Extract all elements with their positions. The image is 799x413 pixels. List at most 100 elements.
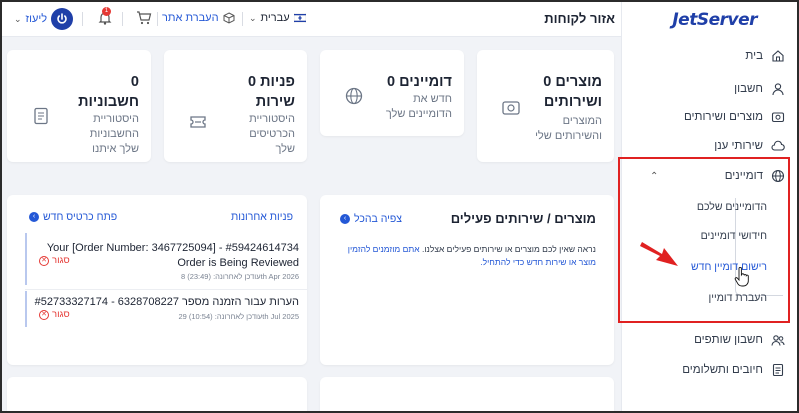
globe-icon [771, 169, 785, 183]
recent-tickets-panel: פניות אחרונות ‹ פתח כרטיס חדש Your [Orde… [7, 195, 307, 365]
stat-title: 0 חשבוניות [78, 72, 139, 112]
sidebar-item-label: חיובים ותשלומים [682, 364, 763, 376]
ticket-date: עודכן לאחרונה: (23:49) 8th Apr 2026 [180, 272, 299, 281]
sidebar-item-home[interactable]: בית [745, 44, 785, 68]
chevron-up-icon[interactable]: ⌃ [650, 171, 658, 182]
sidebar-item-domains[interactable]: דומיינים [725, 164, 785, 188]
open-ticket-label: פתח כרטיס חדש [43, 211, 118, 223]
stat-title: 0 דומיינים [387, 72, 452, 92]
globe-icon [345, 87, 363, 105]
red-arrow-annotation [640, 242, 678, 266]
stat-desc-line: היסטוריית [249, 113, 295, 125]
partners-icon [771, 333, 785, 347]
sidebar-item-partners[interactable]: חשבון שותפים [694, 328, 785, 352]
notification-badge: 1 [102, 7, 111, 16]
transfer-site-button[interactable]: העברת אתר [162, 12, 235, 24]
stat-title-line: 0 פניות [248, 74, 295, 90]
recent-tickets-title[interactable]: פניות אחרונות [231, 211, 293, 223]
user-menu[interactable]: ⌄ ליעוז [14, 8, 74, 30]
stat-desc-line: הכרטיסים [249, 128, 295, 140]
stat-title-line: שירות [255, 94, 295, 110]
invoice-icon [34, 107, 48, 125]
box-icon [771, 110, 785, 124]
separator [122, 12, 123, 26]
ticket-subject: Your [Order Number: 3467725094] - #59424… [46, 242, 299, 254]
submenu-transfer-domain[interactable]: העברת דומיין [709, 292, 767, 304]
ticket-row[interactable]: Your [Order Number: 3467725094] - #59424… [25, 233, 307, 285]
cart-icon [137, 11, 152, 25]
sidebar-item-label: שירותי ענן [714, 140, 763, 152]
empty-state-text: נראה שאין לכם מוצרים או שירותים פעילים א… [331, 243, 596, 269]
divider [25, 289, 307, 290]
stat-desc: המוצרים והשירותים שלי [535, 114, 602, 144]
view-all-label: צפיה בהכל [354, 213, 403, 225]
stat-desc-line: והשירותים שלי [535, 130, 602, 142]
submenu-your-domains[interactable]: הדומיינים שלכם [697, 201, 767, 213]
stat-title-line: חשבוניות [78, 94, 139, 110]
stat-card-tickets[interactable]: 0 פניות שירות היסטוריית הכרטיסים שלך [164, 50, 307, 162]
user-icon [771, 82, 785, 96]
stat-desc-line: החשבוניות [89, 128, 139, 140]
jetserver-logo[interactable]: JetServer [672, 10, 757, 30]
cart-button[interactable] [136, 10, 152, 31]
cube-icon [223, 12, 235, 24]
chevron-down-icon: ⌄ [249, 12, 257, 23]
close-circle-icon: ✕ [39, 309, 49, 320]
sidebar-item-account[interactable]: חשבון [734, 77, 785, 101]
ticket-row[interactable]: #52733327174 - הערות עבור הזמנה מספר 632… [25, 291, 307, 327]
submenu-domain-renewals[interactable]: חידושי דומיינים [701, 230, 767, 242]
stat-desc-line: חדש את [413, 93, 452, 105]
ticket-icon [190, 116, 206, 128]
stat-desc-line: המוצרים [562, 115, 602, 127]
sidebar-item-label: חשבון שותפים [694, 334, 763, 346]
chevron-down-icon: ⌄ [14, 13, 22, 24]
sidebar-item-label: חשבון [734, 83, 763, 95]
sidebar-item-products[interactable]: מוצרים ושירותים [684, 105, 785, 129]
israel-flag-icon [293, 13, 306, 23]
status-badge: ✕ סגור [39, 255, 70, 266]
home-icon [771, 49, 785, 63]
stat-desc-line: היסטוריית [93, 113, 139, 125]
submenu-register-domain[interactable]: רישום דומיין חדש [691, 261, 767, 273]
sidebar-item-label: דומיינים [724, 170, 763, 182]
stat-title-line: ושירותים [543, 94, 602, 110]
top-bar: ⌄ ליעוז 1 העברת אתר ⌄ עברית אזור לקוחות [2, 2, 625, 37]
language-selector[interactable]: ⌄ עברית [249, 12, 306, 24]
bottom-card [7, 377, 307, 411]
product-icon [502, 101, 520, 115]
stat-title-line: 0 [130, 74, 139, 90]
sidebar-item-cloud[interactable]: שירותי ענן [714, 134, 785, 158]
stat-desc: היסטוריית הכרטיסים שלך [249, 112, 295, 157]
active-products-panel: מוצרים / שירותים פעילים ‹ צפיה בהכל נראה… [320, 195, 614, 365]
power-icon [51, 8, 74, 30]
status-label: סגור [52, 255, 70, 266]
sidebar-item-billing[interactable]: חיובים ותשלומים [682, 358, 785, 382]
ticket-subject: #52733327174 - הערות עבור הזמנה מספר 632… [34, 296, 299, 308]
invoice-icon [771, 363, 785, 377]
ticket-subject: Order is Being Reviewed [177, 257, 299, 269]
sidebar-item-label: מוצרים ושירותים [683, 111, 763, 123]
arrow-left-icon: ‹ [29, 212, 39, 222]
stat-title-line: 0 דומיינים [387, 74, 452, 90]
ticket-date: עודכן לאחרונה: (10:54) 29th Jul 2025 [178, 312, 299, 321]
status-badge: ✕ סגור [39, 309, 70, 320]
hand-cursor-icon [734, 267, 749, 287]
stat-card-invoices[interactable]: 0 חשבוניות היסטוריית החשבוניות שלך איתנו [7, 50, 151, 162]
page-title: אזור לקוחות [544, 11, 615, 26]
sidebar-item-label: בית [745, 50, 763, 62]
stat-title: 0 מוצרים ושירותים [543, 72, 602, 112]
stat-desc-line: הדומיינים שלך [385, 108, 452, 120]
stat-card-products[interactable]: 0 מוצרים ושירותים המוצרים והשירותים שלי [477, 50, 614, 162]
sidebar: JetServer בית חשבון מוצרים ושירותים שירו… [621, 2, 797, 411]
panel-title: מוצרים / שירותים פעילים [450, 211, 596, 226]
open-ticket-link[interactable]: ‹ פתח כרטיס חדש [29, 211, 117, 223]
view-all-link[interactable]: ‹ צפיה בהכל [340, 213, 402, 225]
stat-desc-line: שלך [275, 143, 295, 155]
transfer-label: העברת אתר [162, 12, 219, 24]
notifications-button[interactable]: 1 [97, 7, 113, 31]
stat-card-domains[interactable]: 0 דומיינים חדש את הדומיינים שלך [320, 50, 464, 136]
separator [242, 12, 243, 26]
separator [82, 12, 83, 26]
arrow-left-icon: ‹ [340, 214, 350, 224]
stat-title: 0 פניות שירות [248, 72, 295, 112]
